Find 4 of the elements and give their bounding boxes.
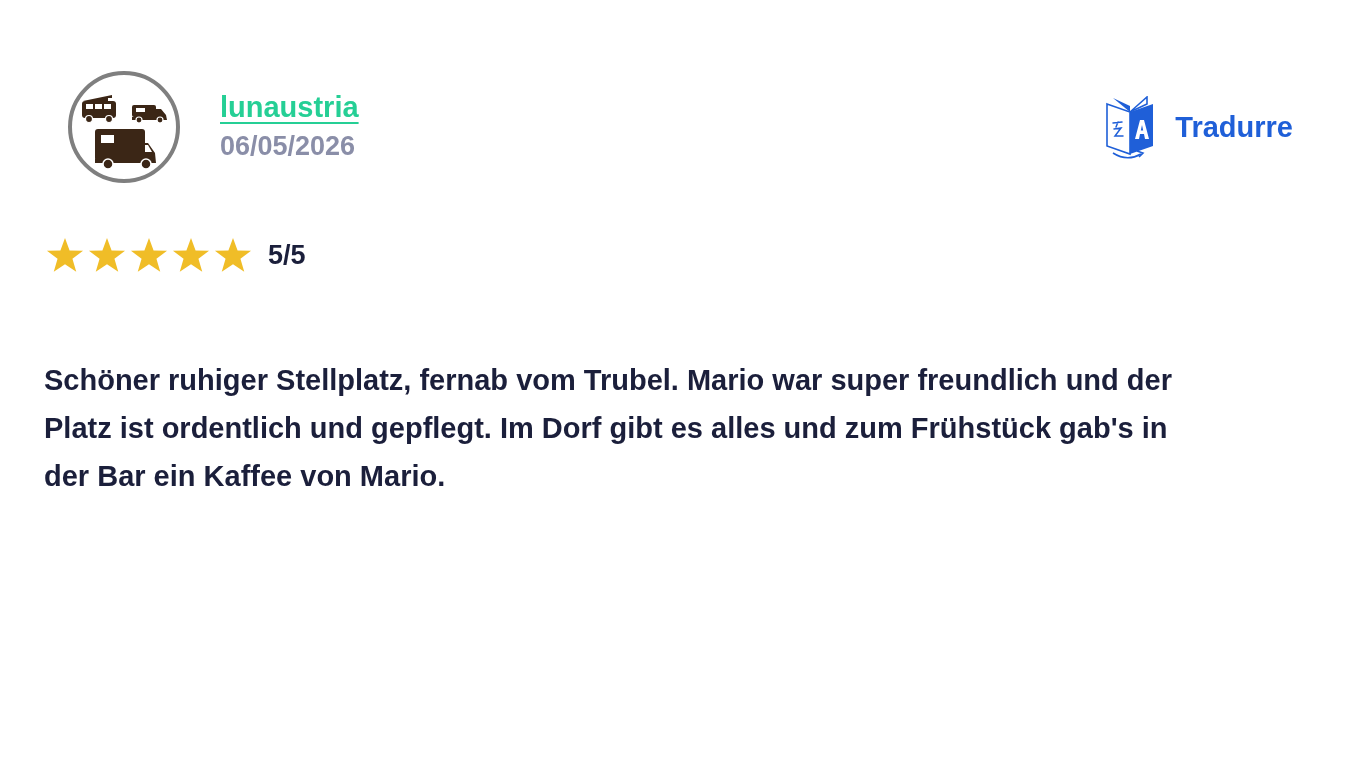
translate-button[interactable]: Tradurre: [1103, 96, 1293, 160]
review-date: 06/05/2026: [220, 130, 357, 163]
review-text: Schöner ruhiger Stellplatz, fernab vom Trubel. Mario war super freundlich und der Platz ist ordentlich und gepflegt. Im Dorf gibt es alles und zum Frühstück gab's in der Bar ein Kaffee von Mario.: [44, 362, 1173, 494]
rating-text: 5/5: [268, 239, 306, 272]
